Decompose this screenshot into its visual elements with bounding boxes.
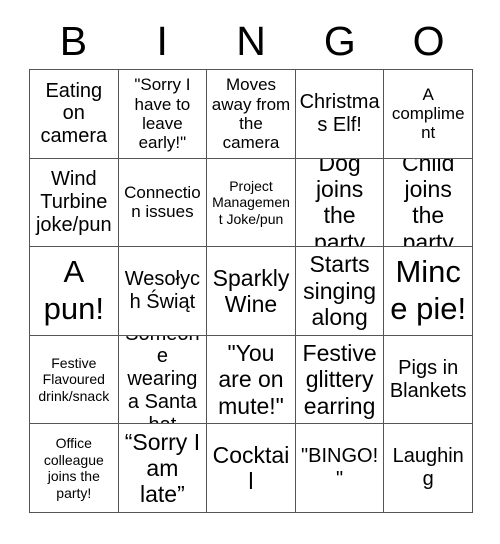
- bingo-cell-r1c2[interactable]: "Sorry I have to leave early!": [118, 70, 208, 159]
- bingo-cell-r4c5[interactable]: Pigs in Blankets: [384, 335, 473, 425]
- bingo-card: B I N G O Eating on camera "Sorry I have …: [0, 0, 500, 544]
- bingo-cell-r5c2[interactable]: “Sorry I am late”: [118, 424, 208, 513]
- bingo-cell-label: A compliment: [391, 84, 465, 143]
- bingo-header-letter-g: G: [323, 18, 356, 64]
- bingo-cell-r1c4[interactable]: Christmas Elf!: [295, 70, 385, 159]
- bingo-cell-r3c1[interactable]: A pun!: [30, 247, 119, 336]
- bingo-grid: Eating on camera "Sorry I have to leave e…: [29, 69, 473, 513]
- bingo-cell-r3c5[interactable]: Mince pie!: [384, 247, 473, 336]
- bingo-cell-r1c3[interactable]: Moves away from the camera: [207, 70, 296, 159]
- bingo-cell-r5c4[interactable]: "BINGO!": [295, 424, 385, 513]
- bingo-cell-label: Dog joins the party: [314, 158, 366, 248]
- bingo-header-row: B I N G O: [29, 14, 473, 69]
- bingo-cell-label: Office colleague joins the party!: [43, 435, 104, 501]
- bingo-cell-label: “Sorry I am late”: [124, 428, 201, 508]
- bingo-cell-r2c3[interactable]: Project Management Joke/pun: [207, 158, 296, 248]
- bingo-cell-label: Eating on camera: [40, 79, 108, 148]
- bingo-cell-label: Child joins the party: [401, 158, 455, 248]
- bingo-cell-label: Sparkly Wine: [212, 264, 290, 317]
- bingo-cell-label: "Sorry I have to leave early!": [134, 75, 191, 152]
- bingo-cell-label: Connection issues: [124, 183, 201, 222]
- bingo-cell-label: "You are on mute!": [218, 339, 284, 419]
- bingo-cell-label: Cocktail: [212, 441, 290, 495]
- bingo-cell-r2c1[interactable]: Wind Turbine joke/pun: [30, 158, 119, 248]
- bingo-cell-r2c2[interactable]: Connection issues: [118, 158, 208, 248]
- bingo-cell-r1c5[interactable]: A compliment: [384, 70, 473, 159]
- bingo-cell-r4c1[interactable]: Festive Flavoured drink/snack: [30, 335, 119, 425]
- bingo-header-letter-o: O: [412, 18, 445, 64]
- bingo-cell-label: Someone wearing a Santa hat: [125, 336, 200, 424]
- bingo-cell-label: Festive glittery earring: [302, 339, 377, 419]
- bingo-cell-label: "BINGO!": [301, 445, 379, 491]
- bingo-cell-label: Mince pie!: [390, 254, 467, 326]
- bingo-header-letter-i: I: [156, 18, 168, 64]
- bingo-cell-label: Wesołych Świąt: [124, 268, 200, 313]
- bingo-cell-label: Pigs in Blankets: [389, 356, 467, 402]
- bingo-cell-label: Moves away from the camera: [211, 75, 291, 152]
- bingo-cell-r3c2[interactable]: Wesołych Świąt: [118, 247, 208, 336]
- bingo-header-letter-n: N: [236, 18, 266, 64]
- bingo-cell-r5c1[interactable]: Office colleague joins the party!: [30, 424, 119, 513]
- bingo-cell-r5c5[interactable]: Laughing: [384, 424, 473, 513]
- bingo-cell-label: A pun!: [43, 254, 104, 326]
- bingo-header-letter-b: B: [59, 18, 88, 64]
- bingo-cell-label: Wind Turbine joke/pun: [35, 168, 112, 236]
- bingo-cell-r4c2[interactable]: Someone wearing a Santa hat: [118, 335, 208, 425]
- bingo-cell-r2c4[interactable]: Dog joins the party: [295, 158, 385, 248]
- bingo-cell-r1c1[interactable]: Eating on camera: [30, 70, 119, 159]
- bingo-cell-label: Project Management Joke/pun: [212, 177, 290, 227]
- bingo-cell-label: Festive Flavoured drink/snack: [38, 354, 110, 404]
- bingo-cell-label: Laughing: [392, 445, 464, 491]
- bingo-cell-r2c5[interactable]: Child joins the party: [384, 158, 473, 248]
- bingo-cell-r3c4[interactable]: Starts singing along: [295, 247, 385, 336]
- bingo-cell-r4c4[interactable]: Festive glittery earring: [295, 335, 385, 425]
- bingo-cell-r3c3[interactable]: Sparkly Wine: [207, 247, 296, 336]
- bingo-cell-r4c3[interactable]: "You are on mute!": [207, 335, 296, 425]
- bingo-cell-label: Christmas Elf!: [299, 91, 380, 136]
- bingo-cell-label: Starts singing along: [303, 251, 377, 331]
- bingo-cell-r5c3[interactable]: Cocktail: [207, 424, 296, 513]
